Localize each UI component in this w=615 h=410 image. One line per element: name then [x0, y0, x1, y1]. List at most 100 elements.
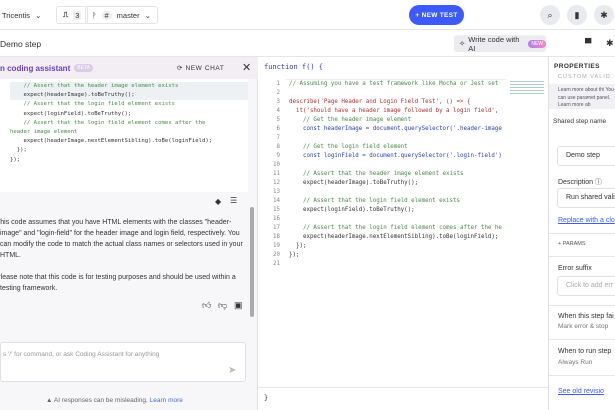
new-chat-button[interactable]: ⟳ NEW CHAT [177, 64, 224, 72]
editor-line[interactable]: 5 // Get the header image element [258, 116, 508, 125]
shared-step-name-input[interactable]: Demo step [557, 146, 615, 166]
editor-line[interactable]: 8 // Get the login field element [258, 143, 508, 152]
editor-line[interactable]: 15 expect(loginField).toBeTruthy(); [258, 206, 508, 215]
line-text: expect(headerImage).toBeTruthy(); [289, 180, 419, 186]
description-label-text: Description [558, 179, 594, 186]
editor-line[interactable]: 19 }); [258, 242, 508, 251]
line-number: 1 [276, 81, 281, 87]
divider [549, 375, 615, 376]
line-number: 20 [273, 252, 280, 258]
sparkle-icon: ✧ [459, 39, 466, 48]
line-text: expect(headerImage.nextElementSibling).t… [289, 234, 499, 240]
editor-line[interactable]: 13 [258, 188, 508, 197]
editor-line[interactable]: 2 [258, 89, 508, 98]
editor-line[interactable]: 7 [258, 134, 508, 143]
line-text: const loginField = document.querySelecto… [289, 153, 502, 159]
code-line: expect(headerImage.nextElementSibling).t… [10, 138, 213, 145]
line-number: 5 [276, 117, 281, 123]
monitor-icon[interactable]: ▀ [585, 38, 591, 48]
chat-title: n coding assistant [0, 63, 71, 73]
divider [258, 387, 548, 388]
org-selector[interactable]: Tricentis ⌄ [0, 6, 47, 24]
editor-line[interactable]: 20}); [258, 251, 508, 260]
code-line: // Assert that the login field element c… [10, 119, 206, 126]
new-test-button[interactable]: + NEW TEST [409, 5, 464, 25]
line-text: }); [289, 252, 300, 258]
divider [549, 256, 615, 257]
line-number: 15 [273, 207, 280, 213]
message-paragraph: Please note that this code is for testin… [0, 274, 236, 292]
on-fail-value[interactable]: Mark error & stop [558, 323, 608, 330]
clipboard-icon[interactable]: ▮ [567, 5, 587, 25]
line-number: 14 [273, 198, 280, 204]
line-text: // Get the header image element [289, 117, 412, 123]
editor-line[interactable]: 6 const headerImage = document.querySele… [258, 125, 508, 134]
editor-line[interactable]: 16 [258, 215, 508, 224]
description-value: Run shared vali [566, 194, 615, 201]
error-suffix-label: Error suffix [558, 265, 592, 272]
code-line: expect(loginField).toBeTruthy(); [10, 110, 132, 117]
run-condition-value[interactable]: Always Run [558, 359, 592, 366]
thumbs-down-icon[interactable]: 👎︎ [218, 300, 227, 311]
message-paragraph: This code assumes that you have HTML ele… [0, 219, 243, 259]
minimap[interactable] [508, 79, 546, 107]
pull-request-icon: ⎍ [63, 10, 69, 19]
new-chat-label: NEW CHAT [185, 65, 225, 72]
editor-line[interactable]: 17 // Assert that the login field elemen… [258, 224, 508, 233]
code-line: header image element [10, 129, 78, 136]
branch-selector[interactable]: ᚹ # master ⌄ [85, 6, 158, 24]
send-icon[interactable]: ➤ [228, 365, 236, 376]
close-icon[interactable]: ✕ [242, 61, 251, 74]
replace-link[interactable]: Replace with a clo [558, 217, 615, 224]
editor-line[interactable]: 14 // Assert that the login field elemen… [258, 197, 508, 206]
assistant-message: This code assumes that you have HTML ele… [0, 217, 246, 294]
line-number: 6 [276, 126, 281, 132]
editor-line[interactable]: 3 describe('Page Header and Login Field T… [258, 98, 508, 107]
params-button[interactable]: + PARAMS [558, 241, 586, 247]
description-input[interactable]: Run shared vali [557, 188, 615, 208]
copy-icon[interactable]: ◆ [215, 197, 221, 206]
hash-icon: # [101, 10, 112, 20]
shared-step-name-value: Demo step [566, 152, 600, 159]
editor-line[interactable]: 11 // Assert that the header image eleme… [258, 170, 508, 179]
line-number: 16 [273, 216, 280, 222]
learn-more-link[interactable]: Learn more [150, 397, 183, 404]
properties-panel: PROPERTIES CUSTOM VALID Learn more about… [548, 57, 615, 410]
code-editor[interactable]: function f() { 1 // Assuming you have a t… [258, 57, 548, 410]
line-text: // Get the login field element [289, 144, 408, 150]
search-icon[interactable]: ⌕ [540, 5, 560, 25]
line-text: expect(loginField).toBeTruthy(); [289, 207, 415, 213]
chat-input[interactable]: s '/' for command, or ask Coding Assista… [0, 342, 246, 382]
editor-line[interactable]: 18 expect(headerImage.nextElementSibling… [258, 233, 508, 242]
beta-badge: BETA [74, 64, 93, 72]
top-bar: Tricentis ⌄ ⎍ 3 ᚹ # master ⌄ + NEW TEST ⌕ ▮ ✱ [0, 0, 615, 30]
editor-line[interactable]: 1 // Assuming you have a test framework l… [258, 80, 508, 89]
feedback-icon[interactable]: ▣ [234, 300, 243, 311]
line-number: 11 [273, 171, 280, 177]
pr-count: 3 [73, 10, 82, 20]
line-number: 8 [276, 144, 281, 150]
line-text: }); [289, 243, 307, 249]
bug-icon[interactable]: ✱ [606, 38, 614, 49]
editor-line[interactable]: 21 [258, 260, 508, 269]
pull-requests-button[interactable]: ⎍ 3 [56, 6, 89, 24]
bug-icon[interactable]: ✱ [594, 5, 614, 25]
insert-icon[interactable]: ☰ [230, 196, 237, 205]
code-lines[interactable]: 1 // Assuming you have a test framework l… [258, 80, 508, 269]
editor-line[interactable]: 12 expect(headerImage).toBeTruthy(); [258, 179, 508, 188]
code-line: }); [10, 156, 21, 163]
thumbs-up-icon[interactable]: 👍︎ [202, 300, 211, 311]
error-suffix-input[interactable]: Click to add err [557, 276, 615, 296]
disclaimer: ▲ AI responses can be misleading. Learn … [46, 397, 183, 404]
write-code-ai-button[interactable]: ✧ Write code with AI NEW [454, 35, 546, 53]
chevron-down-icon: ⌄ [35, 10, 42, 20]
editor-line[interactable]: 10 [258, 161, 508, 170]
editor-line[interactable]: 4 it('should have a header image followe… [258, 107, 508, 116]
properties-subtitle: CUSTOM VALID [558, 74, 611, 80]
on-fail-label: When this step fai [558, 313, 614, 320]
divider [549, 339, 615, 340]
info-icon[interactable]: ⓘ [595, 179, 602, 186]
old-revisions-link[interactable]: See old revisio [558, 388, 604, 395]
chat-scrollbar[interactable] [250, 207, 254, 317]
editor-line[interactable]: 9 const loginField = document.querySelec… [258, 152, 508, 161]
